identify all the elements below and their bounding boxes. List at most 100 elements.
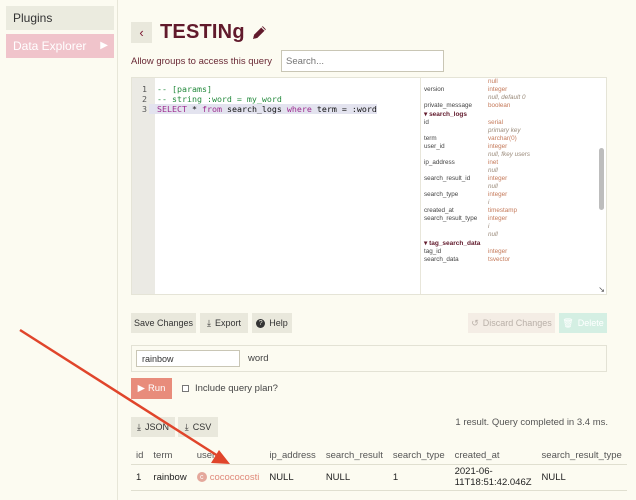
schema-field-type: integer [488,191,508,198]
export-button[interactable]: ⤓ Export [200,313,248,333]
query-editor-panel: 1 -- [params] 2 -- string :word = my_wor… [131,77,607,295]
column-header: user [196,449,216,461]
column-header: id [136,449,144,461]
download-icon: ⤓ [137,421,141,432]
back-button[interactable]: ‹ [131,21,152,43]
schema-field-row: tag_id integer [424,248,596,256]
schema-field-note: null [488,167,498,174]
undo-icon: ↺ [471,317,479,328]
sidebar-item-plugins[interactable]: Plugins [6,6,114,30]
schema-browser[interactable]: null version integer null, default 0 private… [421,78,606,294]
schema-field-type-block: inet null [488,159,498,175]
code-text: SELECT * from search_logs where term = :… [149,104,377,114]
code-line: 2 -- string :word = my_word [132,94,282,104]
user-link[interactable]: c cocococosti [196,472,259,483]
title-row: ‹ TESTINg [131,20,268,44]
schema-field-type-block: integer null, fkey users [488,143,530,159]
schema-field-type: serial [488,119,504,126]
schema-field-note: i [488,223,490,230]
schema-field-name: version [424,86,445,93]
cell-user: c cocococosti [191,463,265,491]
query-plan-option: Include query plan? [182,383,278,394]
schema-field-name: tag_id [424,248,442,255]
schema-field-row: search_result_id integer null [424,175,596,191]
cell-search-result-type: NULL [536,463,627,491]
schema-field-row: created_at timestamp [424,207,596,215]
schema-field-type-block: integer i [488,191,507,207]
schema-field-type: null [488,78,498,85]
schema-field-row: version integer null, default 0 [424,86,596,102]
group-access-label: Allow groups to access this query [131,55,272,67]
schema-field-type-block: tsvector [488,256,510,264]
schema-table-header[interactable]: ▾ tag_search_data [424,239,596,248]
schema-field-type: integer [488,175,508,182]
download-json-button[interactable]: ⤓ JSON [131,417,175,437]
discard-changes-button[interactable]: ↺ Discard Changes [468,313,555,333]
schema-field-type-block: serial primary key [488,119,521,135]
schema-field-name: private_message [424,102,472,109]
sql-editor[interactable]: 1 -- [params] 2 -- string :word = my_wor… [132,78,421,294]
cell-ip-address: NULL [264,463,321,491]
sidebar-item-label: Data Explorer [13,39,87,53]
download-icon: ⤓ [207,317,211,328]
question-icon: ? [256,318,266,328]
schema-field-name: ip_address [424,159,455,166]
column-header: ip_address [269,449,316,461]
sidebar-divider [117,0,118,500]
delete-button[interactable]: 🗑 Delete [559,313,607,333]
schema-field-name: search_type [424,191,459,198]
schema-list: null version integer null, default 0 private… [421,78,596,264]
schema-field-row: search_type integer i [424,191,596,207]
schema-field-type-block: integer i null [488,215,507,239]
schema-field-type-block: integer null, default 0 [488,86,525,102]
chevron-left-icon: ‹ [139,24,144,40]
page-title: TESTINg [160,20,245,43]
result-summary: 1 result. Query completed in 3.4 ms. [455,417,608,428]
schema-field-row: search_result_type integer i null [424,215,596,239]
schema-field-type-block: varchar(0) [488,135,517,143]
schema-field-name: id [424,119,429,126]
trash-icon: 🗑 [562,317,574,328]
table-row: 1 rainbow c cocococosti NULL NULL 1 2021… [131,463,627,491]
schema-field-type: integer [488,248,508,255]
query-plan-label: Include query plan? [195,383,278,394]
code-text: -- string :word = my_word [157,94,282,104]
download-csv-button[interactable]: ⤓ CSV [178,417,218,437]
query-plan-checkbox[interactable] [182,385,189,392]
pencil-icon[interactable] [251,24,268,41]
param-word-label: word [248,353,269,364]
cell-search-result: NULL [320,463,388,491]
schema-field-type-block: integer null [488,175,507,191]
schema-field-note: null [488,183,498,190]
schema-field-type-block: integer [488,248,507,256]
schema-field-row: ip_address inet null [424,159,596,175]
code-line: 1 -- [params] [132,84,212,94]
code-text: -- [params] [157,84,212,94]
schema-table-header[interactable]: ▾ search_logs [424,110,596,119]
cell-created-at: 2021-06-11T18:51:42.046Z [449,463,537,491]
schema-field-note: i [488,199,490,206]
param-word-input[interactable] [136,350,240,367]
group-access-row: Allow groups to access this query [131,50,444,72]
schema-field-note: primary key [488,127,521,134]
sidebar-item-label: Plugins [13,11,53,25]
column-header: search_result [325,449,383,461]
save-changes-button[interactable]: Save Changes [131,313,196,333]
schema-field-note: null, fkey users [488,151,530,158]
resize-handle-icon[interactable]: ↘ [598,285,605,294]
sidebar: Plugins Data Explorer ▶ [6,6,114,62]
run-button[interactable]: ▶ Run [131,378,172,399]
help-button[interactable]: ? Help [252,313,292,333]
schema-field-row: null [424,78,596,86]
sidebar-item-data-explorer[interactable]: Data Explorer ▶ [6,34,114,58]
schema-field-note: null [488,231,498,238]
group-search-input[interactable] [280,50,444,72]
cell-id: 1 [131,463,149,491]
schema-scrollbar[interactable] [599,148,604,210]
download-icon: ⤓ [184,421,189,432]
avatar: c [196,472,207,482]
schema-field-type: boolean [488,102,511,109]
schema-field-name: search_result_type [424,215,478,222]
play-icon: ▶ [137,383,145,394]
schema-field-row: search_data tsvector [424,256,596,264]
